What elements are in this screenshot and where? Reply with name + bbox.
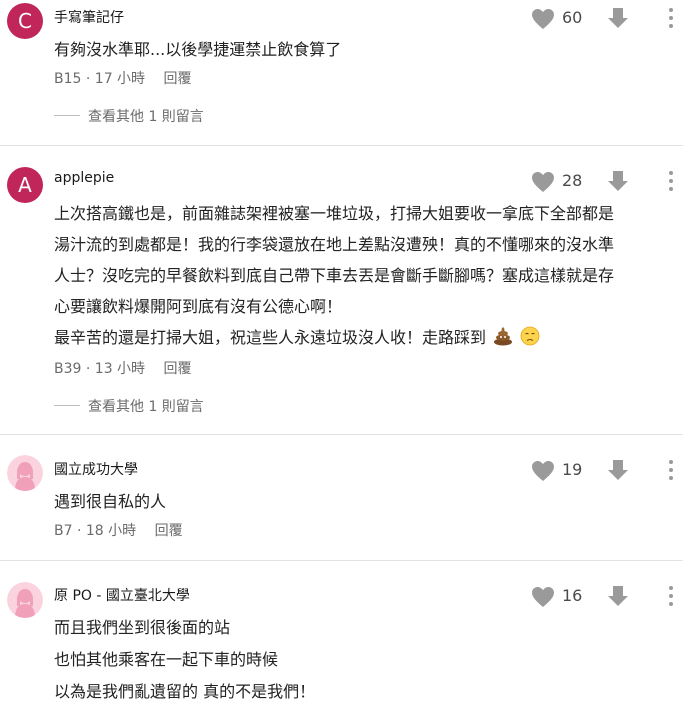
floor-label: B7 <box>54 523 73 539</box>
floor-label: B15 <box>54 71 82 87</box>
more-options-icon[interactable] <box>661 7 681 29</box>
like-count: 28 <box>562 171 583 190</box>
downvote-arrow-icon[interactable] <box>607 459 629 481</box>
downvote-arrow-icon[interactable] <box>607 585 629 607</box>
floor-label: B39 <box>54 361 82 377</box>
timestamp: 17 小時 <box>94 71 146 87</box>
comment-text: 有夠沒水準耶...以後學捷運禁止飲食算了 <box>54 40 342 59</box>
comment-meta: B15 · 17 小時 回覆 <box>54 68 192 88</box>
timestamp: 13 小時 <box>94 361 146 377</box>
downvote-arrow-icon[interactable] <box>607 7 629 29</box>
heart-icon[interactable] <box>531 586 555 608</box>
comment-text: 也怕其他乘客在一起下車的時候 <box>54 650 279 669</box>
avatar[interactable]: C <box>7 3 43 39</box>
like-count: 60 <box>562 8 583 27</box>
female-avatar[interactable] <box>7 455 43 491</box>
view-more-replies-link[interactable]: 查看其他 1 則留言 <box>54 396 254 415</box>
comment-text: 上次搭高鐵也是，前面雜誌架裡被塞一堆垃圾，打掃大姐要收一拿底下全部都是 <box>54 204 615 223</box>
divider-line <box>54 115 80 116</box>
comment-text-last: 最辛苦的還是打掃大姐，祝這些人永遠垃圾沒人收！走路踩到 <box>54 324 540 348</box>
heart-icon[interactable] <box>531 8 555 30</box>
comment-divider <box>0 434 683 435</box>
comment-divider <box>0 560 683 561</box>
more-options-icon[interactable] <box>661 170 681 192</box>
comment-text: 遇到很自私的人 <box>54 492 167 511</box>
comment-text: 人士？沒吃完的早餐飲料到底自己帶下車去丟是會斷手斷腳嗎？塞成這樣就是存 <box>54 266 615 285</box>
comment-text: 湯汁流的到處都是！我的行李袋還放在地上差點沒遭殃！真的不懂哪來的沒水準 <box>54 235 615 254</box>
heart-icon[interactable] <box>531 460 555 482</box>
reply-button[interactable]: 回覆 <box>164 68 192 88</box>
comment-author[interactable]: 原 PO - 國立臺北大學 <box>54 585 190 605</box>
reply-button[interactable]: 回覆 <box>155 520 183 540</box>
timestamp: 18 小時 <box>85 523 137 539</box>
comment-text: 而且我們坐到很後面的站 <box>54 618 231 637</box>
more-options-icon[interactable] <box>661 459 681 481</box>
view-more-replies-link[interactable]: 查看其他 1 則留言 <box>54 106 254 125</box>
like-count: 16 <box>562 586 583 605</box>
divider-line <box>54 405 80 406</box>
more-options-icon[interactable] <box>661 585 681 607</box>
comment-author[interactable]: 國立成功大學 <box>54 459 138 479</box>
avatar[interactable]: A <box>7 167 43 203</box>
comment-author[interactable]: 手寫筆記仔 <box>54 7 124 27</box>
downvote-arrow-icon[interactable] <box>607 170 629 192</box>
comment-meta: B39 · 13 小時 回覆 <box>54 358 192 378</box>
female-avatar[interactable] <box>7 582 43 618</box>
like-count: 19 <box>562 460 583 479</box>
comment-text: 心要讓飲料爆開阿到底有沒有公德心啊！ <box>54 297 343 316</box>
comment-text: 以為是我們亂遺留的 真的不是我們！ <box>54 682 316 701</box>
comment-author[interactable]: applepie <box>54 170 114 186</box>
comment-divider <box>0 145 683 146</box>
reply-button[interactable]: 回覆 <box>164 358 192 378</box>
sad-face-emoji <box>520 326 540 346</box>
heart-icon[interactable] <box>531 171 555 193</box>
poop-emoji <box>494 327 513 346</box>
comment-meta: B7 · 18 小時 回覆 <box>54 520 183 540</box>
